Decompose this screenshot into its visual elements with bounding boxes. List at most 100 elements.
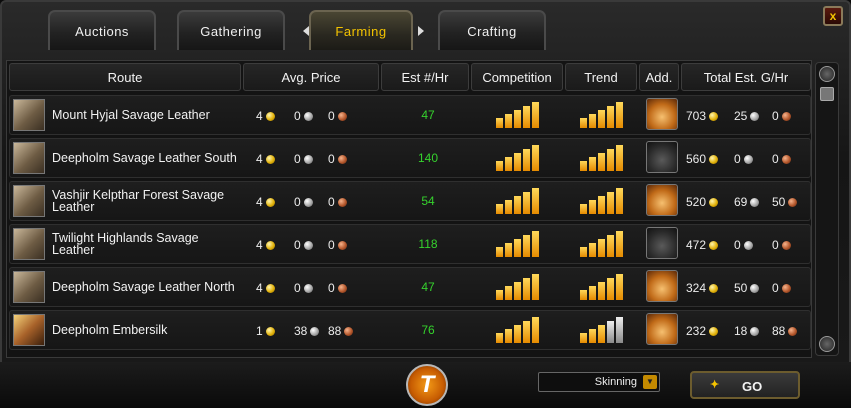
total-silver-value: 69 xyxy=(734,195,748,209)
silver-coin-icon xyxy=(750,111,760,121)
competition-bars xyxy=(496,274,546,300)
table-row[interactable]: Vashjir Kelpthar Forest Savage Leather 4 0… xyxy=(9,181,811,221)
header-route[interactable]: Route xyxy=(9,63,241,91)
scroll-up-icon[interactable] xyxy=(819,66,835,82)
competition-bars-bar xyxy=(505,200,512,214)
trend-bars-bar xyxy=(589,157,596,171)
trend-bars-bar xyxy=(580,247,587,257)
route-name: Vashjir Kelpthar Forest Savage Leather xyxy=(52,188,225,214)
competition-bars-bar xyxy=(496,118,503,128)
add-bag-button[interactable] xyxy=(646,313,678,345)
header-competition[interactable]: Competition xyxy=(471,63,563,91)
trend-bars-bar xyxy=(598,196,605,214)
table-row[interactable]: Deepholm Embersilk 1 38 88 76 232 18 88 xyxy=(9,310,811,350)
trend-bars-bar xyxy=(607,235,614,257)
total-silver-value: 18 xyxy=(734,324,748,338)
scroll-thumb[interactable] xyxy=(820,87,834,101)
total-copper-value: 0 xyxy=(772,238,779,252)
avg-price-gold-value: 4 xyxy=(256,195,263,209)
total-silver-value: 0 xyxy=(734,152,741,166)
total-copper-value: 0 xyxy=(772,152,779,166)
add-bag-button[interactable] xyxy=(646,184,678,216)
competition-bars-bar xyxy=(514,153,521,171)
total-copper-value: 50 xyxy=(772,195,786,209)
table-row[interactable]: Mount Hyjal Savage Leather 4 0 0 47 703 25 0 xyxy=(9,95,811,135)
avg-price-copper-value: 0 xyxy=(328,281,335,295)
gold-coin-icon xyxy=(709,326,719,336)
table-row[interactable]: Deepholm Savage Leather South 4 0 0 140 560 0 0 xyxy=(9,138,811,178)
avg-price-silver-value: 0 xyxy=(294,109,301,123)
header-add[interactable]: Add. xyxy=(639,63,679,91)
chevron-down-icon[interactable]: ▼ xyxy=(643,375,657,389)
total-gold-value: 472 xyxy=(686,238,707,252)
go-button[interactable]: ✦ GO xyxy=(690,371,800,399)
avg-price-silver: 38 xyxy=(294,324,320,338)
profession-dropdown[interactable]: Skinning ▼ xyxy=(538,372,660,392)
go-label: GO xyxy=(742,379,763,394)
savage-leather-icon xyxy=(13,185,45,217)
total-gold: 703 xyxy=(686,109,719,123)
go-arrow-icon: ✦ xyxy=(710,379,720,391)
silver-coin-icon xyxy=(310,326,320,336)
table-row[interactable]: Twilight Highlands Savage Leather 4 0 0 118 4… xyxy=(9,224,811,264)
gold-coin-icon xyxy=(265,240,275,250)
rate-value: 47 xyxy=(421,280,435,294)
avg-price-copper-value: 0 xyxy=(328,195,335,209)
total-copper-value: 0 xyxy=(772,281,779,295)
savage-leather-icon xyxy=(13,228,45,260)
competition-bars-bar xyxy=(523,149,530,171)
table-row[interactable]: Deepholm Savage Leather North 4 0 0 47 324 50 0 xyxy=(9,267,811,307)
total-silver-value: 50 xyxy=(734,281,748,295)
header-avg-price[interactable]: Avg. Price xyxy=(243,63,379,91)
avg-price-copper: 0 xyxy=(328,109,347,123)
trend-bars-bar xyxy=(580,161,587,171)
scroll-down-icon[interactable] xyxy=(819,336,835,352)
tab-crafting[interactable]: Crafting xyxy=(438,10,546,50)
total-gold: 232 xyxy=(686,324,719,338)
competition-bars xyxy=(496,231,546,257)
avg-price-gold-value: 1 xyxy=(256,324,263,338)
competition-bars-bar xyxy=(496,247,503,257)
gold-coin-icon xyxy=(265,111,275,121)
tab-farming[interactable]: Farming xyxy=(309,10,413,50)
close-button[interactable]: x xyxy=(823,6,843,26)
tab-gathering[interactable]: Gathering xyxy=(177,10,285,50)
avg-price-copper-value: 0 xyxy=(328,152,335,166)
copper-coin-icon xyxy=(337,283,347,293)
avg-price-silver-value: 38 xyxy=(294,324,308,338)
routes-table: Route Avg. Price Est #/Hr Competition Tr… xyxy=(6,60,812,358)
total-silver: 0 xyxy=(734,238,753,252)
header-rate[interactable]: Est #/Hr xyxy=(381,63,469,91)
trend-bars-bar xyxy=(598,282,605,300)
avg-price-gold: 1 xyxy=(256,324,275,338)
add-bag-button[interactable] xyxy=(646,98,678,130)
avg-price-copper-value: 88 xyxy=(328,324,342,338)
tab-auctions[interactable]: Auctions xyxy=(48,10,156,50)
route-name: Mount Hyjal Savage Leather xyxy=(52,108,210,122)
avg-price-gold: 4 xyxy=(256,152,275,166)
rate-value: 54 xyxy=(421,194,435,208)
scrollbar[interactable] xyxy=(815,62,839,356)
tab-scroll-right-icon[interactable] xyxy=(418,26,424,36)
rate-value: 76 xyxy=(421,323,435,337)
silver-coin-icon xyxy=(303,154,313,164)
avg-price-gold-value: 4 xyxy=(256,281,263,295)
competition-bars-bar xyxy=(496,161,503,171)
total-copper: 50 xyxy=(772,195,798,209)
total-gold: 560 xyxy=(686,152,719,166)
header-total[interactable]: Total Est. G/Hr xyxy=(681,63,811,91)
competition-bars-bar xyxy=(532,274,539,300)
gold-coin-icon xyxy=(709,283,719,293)
copper-coin-icon xyxy=(337,154,347,164)
copper-coin-icon xyxy=(781,240,791,250)
add-bag-button[interactable] xyxy=(646,141,678,173)
avg-price-silver: 0 xyxy=(294,238,313,252)
avg-price-copper: 88 xyxy=(328,324,354,338)
tradeskill-logo-icon: T xyxy=(406,364,448,406)
add-bag-button[interactable] xyxy=(646,270,678,302)
competition-bars-bar xyxy=(505,286,512,300)
avg-price-copper: 0 xyxy=(328,238,347,252)
copper-coin-icon xyxy=(788,326,798,336)
header-trend[interactable]: Trend xyxy=(565,63,637,91)
add-bag-button[interactable] xyxy=(646,227,678,259)
